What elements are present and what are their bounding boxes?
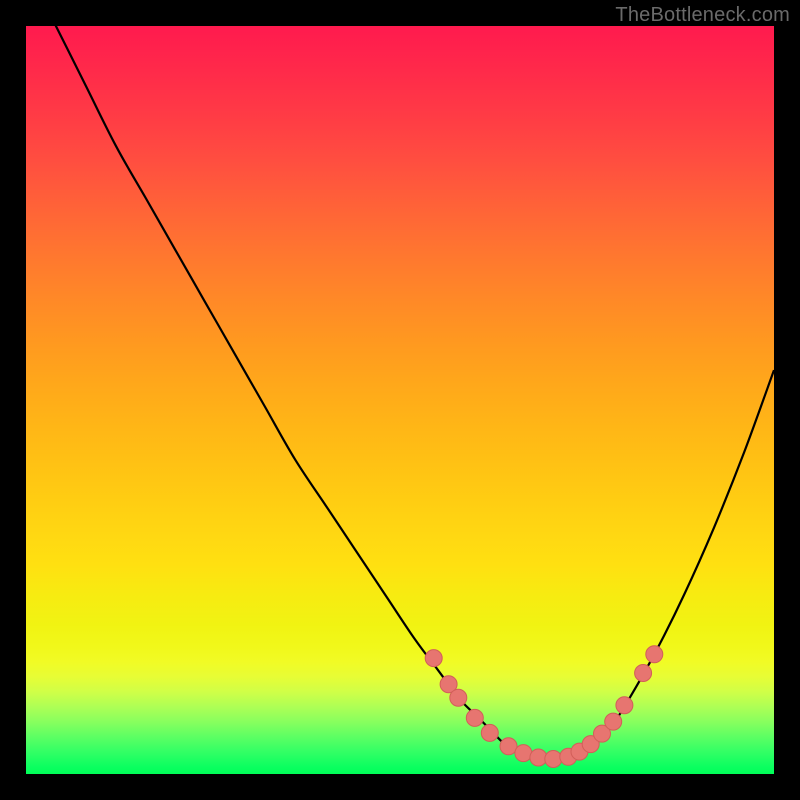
curve-markers: [425, 646, 663, 768]
curve-marker-dot: [635, 665, 652, 682]
bottleneck-curve: [26, 0, 774, 760]
plot-area: [26, 26, 774, 774]
watermark-text: TheBottleneck.com: [615, 4, 790, 27]
curve-marker-dot: [530, 749, 547, 766]
curve-marker-dot: [605, 713, 622, 730]
curve-marker-dot: [545, 751, 562, 768]
curve-marker-dot: [425, 650, 442, 667]
curve-marker-dot: [481, 724, 498, 741]
curve-marker-dot: [450, 689, 467, 706]
curve-marker-dot: [616, 697, 633, 714]
curve-marker-dot: [515, 745, 532, 762]
curve-marker-dot: [646, 646, 663, 663]
curve-marker-dot: [466, 709, 483, 726]
chart-stage: TheBottleneck.com: [0, 0, 800, 800]
chart-svg: [26, 26, 774, 774]
